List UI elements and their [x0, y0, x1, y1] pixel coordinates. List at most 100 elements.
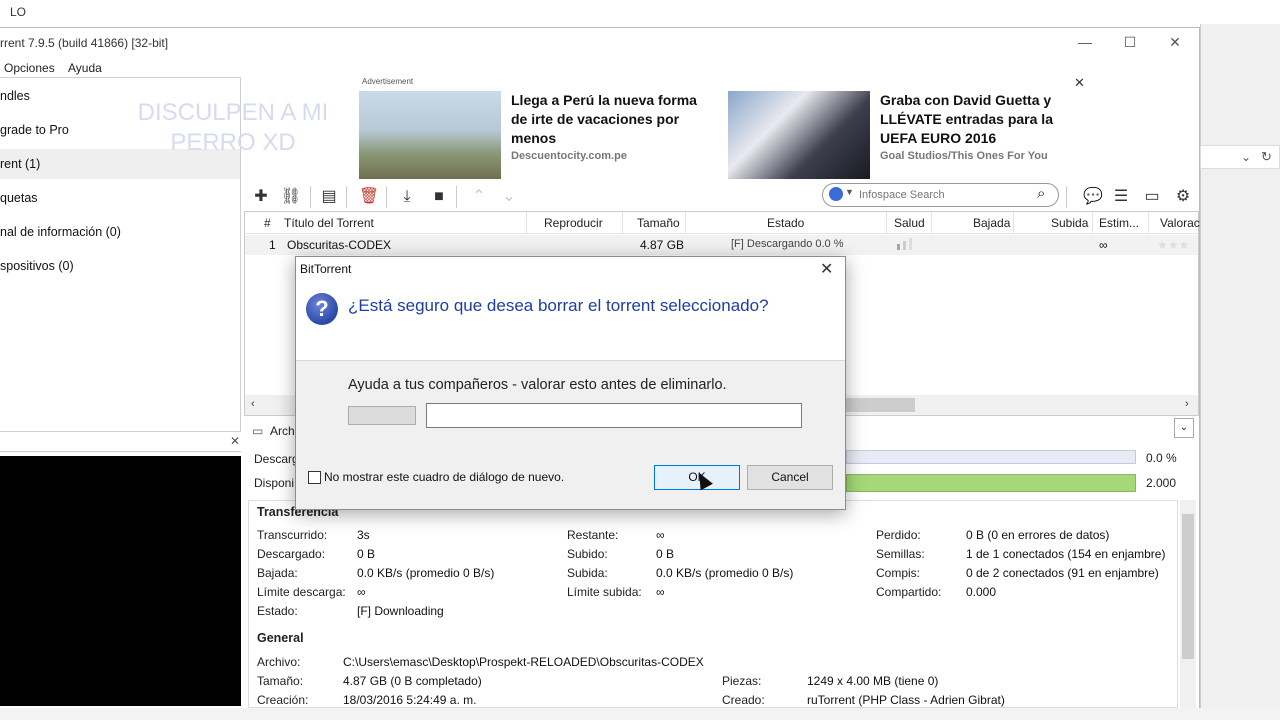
search-provider-icon[interactable]	[829, 187, 843, 201]
sidebar-footer: ✕	[0, 432, 241, 452]
remote-icon[interactable]: ▭	[1141, 186, 1163, 208]
rating-stars-icon[interactable]: ★★★	[1157, 238, 1189, 252]
peers-label: Compis:	[876, 566, 921, 580]
scroll-thumb[interactable]	[845, 398, 915, 412]
col-down[interactable]: Bajada	[973, 216, 1010, 230]
background-combo[interactable]: ⌄ ↻	[1200, 145, 1280, 169]
settings-gear-icon[interactable]: ⚙	[1172, 186, 1194, 208]
row-num: 1	[269, 238, 276, 252]
refresh-icon[interactable]: ↻	[1261, 149, 1272, 165]
dialog-title-bar: BitTorrent ✕	[296, 257, 845, 285]
scroll-left-icon[interactable]: ‹	[251, 398, 255, 410]
maximize-button[interactable]: ☐	[1110, 32, 1150, 54]
pieces-progress-bar	[846, 450, 1136, 464]
title-bar: rrent 7.9.5 (build 41866) [32-bit] — ☐ ✕	[0, 28, 1200, 58]
col-size[interactable]: Tamaño	[637, 216, 680, 230]
stop-icon[interactable]: ■	[428, 186, 450, 208]
peers-value: 0 de 2 conectados (91 en enjambre)	[966, 566, 1159, 580]
dialog-question: ¿Está seguro que desea borrar el torrent…	[348, 296, 769, 315]
sidebar: ndles grade to Pro rent (1) quetas nal d…	[0, 77, 328, 432]
chat-icon[interactable]: 💬	[1082, 186, 1104, 208]
uploaded-label: Subido:	[567, 547, 608, 561]
col-separator	[1148, 212, 1149, 234]
search-input[interactable]	[859, 187, 1029, 203]
scroll-right-icon[interactable]: ›	[1185, 398, 1189, 410]
delete-icon[interactable]: 🗑	[358, 186, 380, 208]
cancel-button[interactable]: Cancel	[747, 465, 833, 490]
download-icon[interactable]: ⤓	[396, 186, 418, 208]
move-up-icon[interactable]: ⌃	[468, 186, 490, 208]
col-num[interactable]: #	[264, 216, 271, 230]
scroll-thumb[interactable]	[1182, 514, 1194, 659]
create-torrent-icon[interactable]: ▤	[318, 186, 340, 208]
vertical-scrollbar[interactable]	[1180, 500, 1196, 708]
col-health[interactable]: Salud	[894, 216, 925, 230]
created-value: 18/03/2016 5:24:49 a. m.	[343, 693, 477, 707]
ad1-image[interactable]	[359, 91, 501, 179]
ad1-source[interactable]: Descuentocity.com.pe	[511, 150, 627, 162]
col-up[interactable]: Subida	[1051, 216, 1088, 230]
list-view-icon[interactable]: ☰	[1110, 186, 1132, 208]
dont-show-again-label[interactable]: No mostrar este cuadro de diálogo de nue…	[324, 470, 564, 484]
menu-ayuda[interactable]: Ayuda	[68, 61, 102, 75]
add-torrent-icon[interactable]: ✚	[250, 186, 272, 208]
search-box[interactable]: ▼ ⌕	[822, 183, 1059, 207]
remaining-value: ∞	[656, 528, 665, 542]
down-limit-label: Límite descarga:	[257, 585, 346, 599]
created-label: Creación:	[257, 693, 309, 707]
health-bar-icon	[909, 238, 912, 250]
menu-opciones[interactable]: Opciones	[4, 61, 55, 75]
seeds-value: 1 de 1 conectados (154 en enjambre)	[966, 547, 1166, 561]
toolbar-separator	[346, 186, 347, 208]
collapse-details-button[interactable]: ⌄	[1174, 418, 1194, 438]
close-icon[interactable]: ✕	[820, 259, 833, 279]
table-row[interactable]: 1 Obscuritas-CODEX 4.87 GB [F] Descargan…	[245, 235, 1198, 255]
close-window-button[interactable]: ✕	[1155, 32, 1195, 54]
sidebar-item-feeds[interactable]: nal de información (0)	[0, 217, 240, 247]
down-speed-value: 0.0 KB/s (promedio 0 B/s)	[357, 566, 495, 580]
sidebar-item-devices[interactable]: spositivos (0)	[0, 251, 240, 281]
uploaded-value: 0 B	[656, 547, 675, 561]
col-eta[interactable]: Estim...	[1099, 216, 1139, 230]
ad2-title[interactable]: Graba con David Guetta y LLÉVATE entrada…	[880, 91, 1080, 148]
move-down-icon[interactable]: ⌄	[498, 186, 520, 208]
size-value: 4.87 GB (0 B completado)	[343, 674, 482, 688]
ad1-title[interactable]: Llega a Perú la nueva forma de irte de v…	[511, 91, 711, 148]
rate-prompt: Ayuda a tus compañeros - valorar esto an…	[348, 377, 727, 393]
browser-tab-label[interactable]: LO	[10, 5, 26, 19]
downloaded-value: 0 B	[357, 547, 376, 561]
close-ad-icon[interactable]: ✕	[1074, 75, 1085, 91]
col-play[interactable]: Reproducir	[544, 216, 603, 230]
minimize-button[interactable]: —	[1065, 32, 1105, 54]
col-separator	[622, 212, 623, 234]
size-label: Tamaño:	[257, 674, 304, 688]
col-title[interactable]: Título del Torrent	[284, 216, 374, 230]
rating-control[interactable]	[348, 406, 416, 425]
search-icon[interactable]: ⌕	[1037, 185, 1045, 202]
ad-label: Advertisement	[362, 77, 414, 86]
general-header: General	[257, 631, 304, 645]
comment-input[interactable]	[426, 403, 802, 428]
chevron-down-icon[interactable]: ⌄	[1241, 150, 1251, 164]
background-window	[1200, 24, 1280, 720]
dont-show-again-checkbox[interactable]	[308, 471, 321, 484]
tab-files[interactable]: Arch	[270, 424, 295, 438]
chevron-down-icon[interactable]: ▼	[845, 187, 854, 197]
up-limit-value: ∞	[656, 585, 665, 599]
elapsed-label: Transcurrido:	[257, 528, 328, 542]
created-by-value: ruTorrent (PHP Class - Adrien Gibrat)	[807, 693, 1005, 707]
ad2-image[interactable]	[728, 91, 870, 179]
row-status: [F] Descargando 0.0 %	[731, 238, 844, 250]
pieces-value: 1249 x 4.00 MB (tiene 0)	[807, 674, 939, 688]
ad2-source[interactable]: Goal Studios/This Ones For You	[880, 150, 1048, 162]
availability-label: Disponi	[254, 476, 295, 490]
col-status[interactable]: Estado	[767, 216, 804, 230]
created-by-label: Creado:	[722, 693, 765, 707]
add-link-icon[interactable]: ⛓	[280, 186, 302, 208]
col-rating[interactable]: Valorac	[1160, 216, 1200, 230]
close-icon[interactable]: ✕	[230, 434, 240, 448]
sidebar-item-labels[interactable]: quetas	[0, 183, 240, 213]
browser-tab-strip: LO	[0, 0, 1280, 24]
state-value: [F] Downloading	[357, 604, 444, 618]
col-separator	[886, 212, 887, 234]
